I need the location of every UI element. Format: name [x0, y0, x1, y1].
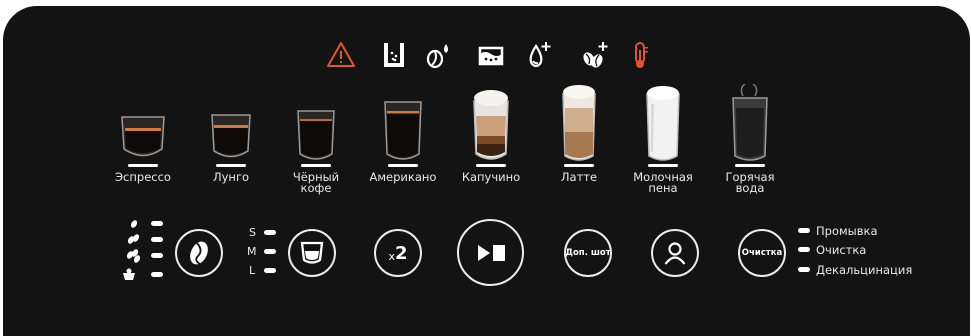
coffee-bean-icon	[190, 241, 208, 266]
temperature-icon	[627, 40, 657, 70]
drink-lungo[interactable]: Лунго	[186, 84, 276, 199]
latte-glass-icon	[562, 85, 596, 161]
size-button[interactable]	[288, 229, 336, 277]
drink-indicator	[476, 164, 506, 167]
drink-indicator	[735, 164, 765, 167]
double-button[interactable]: x2	[374, 229, 422, 277]
lungo-glass-icon	[211, 114, 251, 158]
clean-button[interactable]: Очистка	[738, 229, 786, 277]
water-glass-icon	[732, 84, 768, 161]
drink-indicator	[128, 164, 158, 167]
add-water-icon	[524, 40, 554, 70]
drink-cappuccino[interactable]: Капучино	[446, 84, 536, 199]
drink-indicator	[564, 164, 594, 167]
drink-label: Молочная пена	[633, 170, 693, 195]
play-stop-icon	[477, 244, 505, 261]
strength-level-2	[151, 237, 163, 242]
drink-indicator	[301, 164, 331, 167]
double-label: 2	[394, 242, 408, 264]
strength-button[interactable]	[175, 229, 223, 277]
drink-label: Горячая вода	[725, 170, 775, 195]
size-label-m: M	[247, 245, 257, 258]
drip-tray-icon	[476, 40, 506, 70]
clean-option-rinse[interactable]: Промывка	[798, 223, 878, 238]
drink-label: Американо	[369, 170, 437, 184]
strength-level-4	[151, 272, 163, 277]
coffee-water-icon	[424, 40, 454, 70]
extra-shot-button[interactable]: Доп. шот	[564, 229, 612, 277]
clean-option-clean[interactable]: Очистка	[798, 242, 866, 257]
grounds-container-icon	[379, 40, 409, 70]
drink-black[interactable]: Чёрный кофе	[271, 84, 361, 199]
drink-americano[interactable]: Американо	[358, 84, 448, 199]
drink-espresso[interactable]: Эспрессо	[98, 84, 188, 199]
drink-label: Латте	[560, 170, 598, 184]
drink-label: Капучино	[461, 170, 521, 184]
americano-glass-icon	[384, 101, 422, 160]
profile-button[interactable]	[651, 229, 699, 277]
clean-option-clean-label: Очистка	[816, 242, 867, 257]
drink-label: Лунго	[212, 170, 250, 184]
clean-option-clean-indicator	[798, 247, 810, 252]
drink-indicator	[216, 164, 246, 167]
clean-option-descale-indicator	[798, 267, 810, 272]
drink-label: Чёрный кофе	[292, 170, 340, 195]
drink-latte[interactable]: Латте	[534, 84, 624, 199]
clean-button-label: Очистка	[741, 248, 783, 258]
user-icon	[664, 242, 686, 265]
size-dash-m	[264, 249, 276, 254]
extra-shot-label: Доп. шот	[565, 248, 611, 258]
strength-level-icons	[123, 220, 141, 280]
black-glass-icon	[297, 110, 335, 160]
clean-option-descale[interactable]: Декальцинация	[798, 262, 912, 277]
drink-water[interactable]: Горячая вода	[705, 84, 795, 199]
strength-level-1	[151, 221, 163, 226]
clean-option-descale-label: Декальцинация	[816, 262, 913, 277]
cappuccino-glass-icon	[473, 90, 509, 160]
foam-glass-icon	[646, 86, 680, 161]
drink-label: Эспрессо	[115, 170, 171, 184]
strength-level-3	[151, 253, 163, 258]
warning-icon	[326, 40, 356, 70]
clean-option-rinse-label: Промывка	[816, 223, 878, 238]
size-label-l: L	[249, 264, 256, 277]
drink-indicator	[388, 164, 418, 167]
espresso-glass-icon	[121, 116, 165, 157]
drink-indicator	[648, 164, 678, 167]
size-dash-l	[264, 268, 276, 273]
size-label-s: S	[249, 226, 256, 239]
start-stop-button[interactable]	[457, 219, 524, 286]
size-dash-s	[264, 230, 276, 235]
clean-option-rinse-indicator	[798, 228, 810, 233]
cup-icon	[300, 241, 324, 264]
add-beans-icon	[580, 40, 610, 70]
drink-foam[interactable]: Молочная пена	[618, 84, 708, 199]
